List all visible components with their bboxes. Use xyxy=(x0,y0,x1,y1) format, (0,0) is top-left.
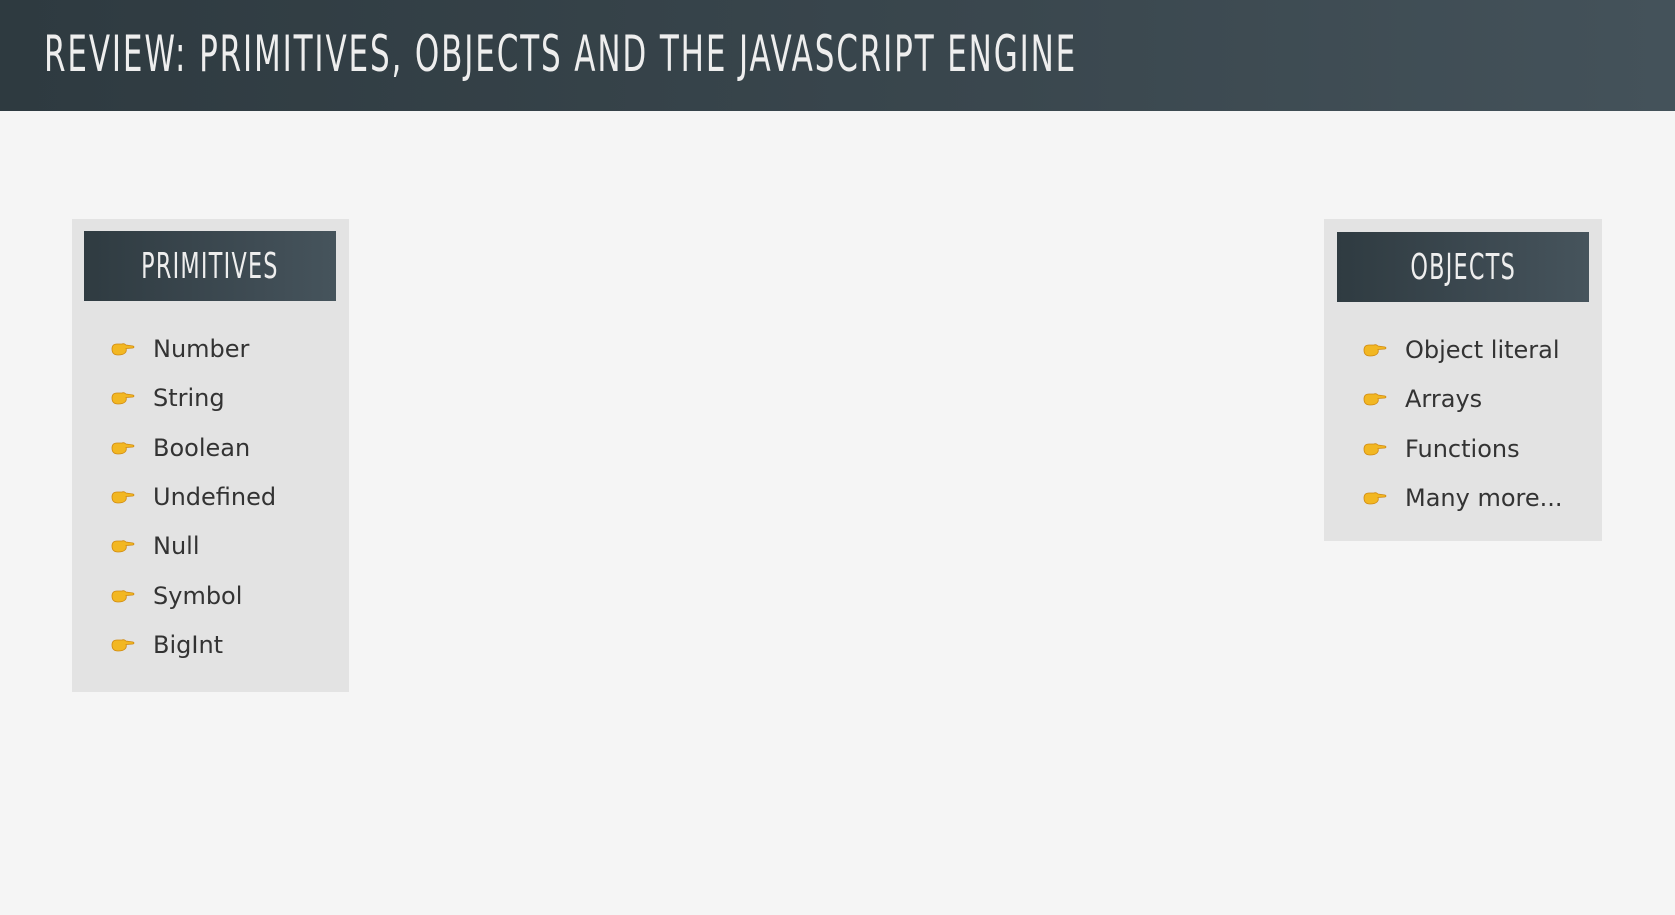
list-item-label: BigInt xyxy=(153,630,224,659)
pointing-hand-icon xyxy=(1363,343,1387,357)
slide-header: REVIEW: PRIMITIVES, OBJECTS AND THE JAVA… xyxy=(0,0,1675,111)
list-item-label: String xyxy=(153,384,225,413)
pointing-hand-icon xyxy=(1363,392,1387,406)
list-item-label: Functions xyxy=(1405,434,1520,463)
pointing-hand-icon xyxy=(111,638,135,652)
list-item-label: Boolean xyxy=(153,433,251,462)
objects-title: OBJECTS xyxy=(1410,246,1516,288)
pointing-hand-icon xyxy=(111,539,135,553)
pointing-hand-icon xyxy=(111,589,135,603)
primitives-panel: PRIMITIVES Number String Boolean Undefined N… xyxy=(72,219,349,692)
list-item-label: Many more... xyxy=(1405,483,1563,512)
list-item-label: Null xyxy=(153,532,200,561)
slide-title: REVIEW: PRIMITIVES, OBJECTS AND THE JAVA… xyxy=(44,25,1078,83)
pointing-hand-icon xyxy=(111,342,135,356)
list-item-label: Object literal xyxy=(1405,336,1560,364)
objects-panel: OBJECTS Object literal Arrays Functions Man… xyxy=(1324,219,1602,541)
pointing-hand-icon xyxy=(1363,491,1387,505)
pointing-hand-icon xyxy=(111,490,135,504)
primitives-heading: PRIMITIVES xyxy=(84,231,336,301)
list-item-label: Arrays xyxy=(1405,385,1483,414)
pointing-hand-icon xyxy=(1363,442,1387,456)
list-item-label: Symbol xyxy=(153,581,243,610)
objects-heading: OBJECTS xyxy=(1337,232,1589,302)
primitives-title: PRIMITIVES xyxy=(141,245,279,287)
list-item-label: Undefined xyxy=(153,482,277,511)
list-item-label: Number xyxy=(153,335,250,363)
pointing-hand-icon xyxy=(111,391,135,405)
pointing-hand-icon xyxy=(111,441,135,455)
